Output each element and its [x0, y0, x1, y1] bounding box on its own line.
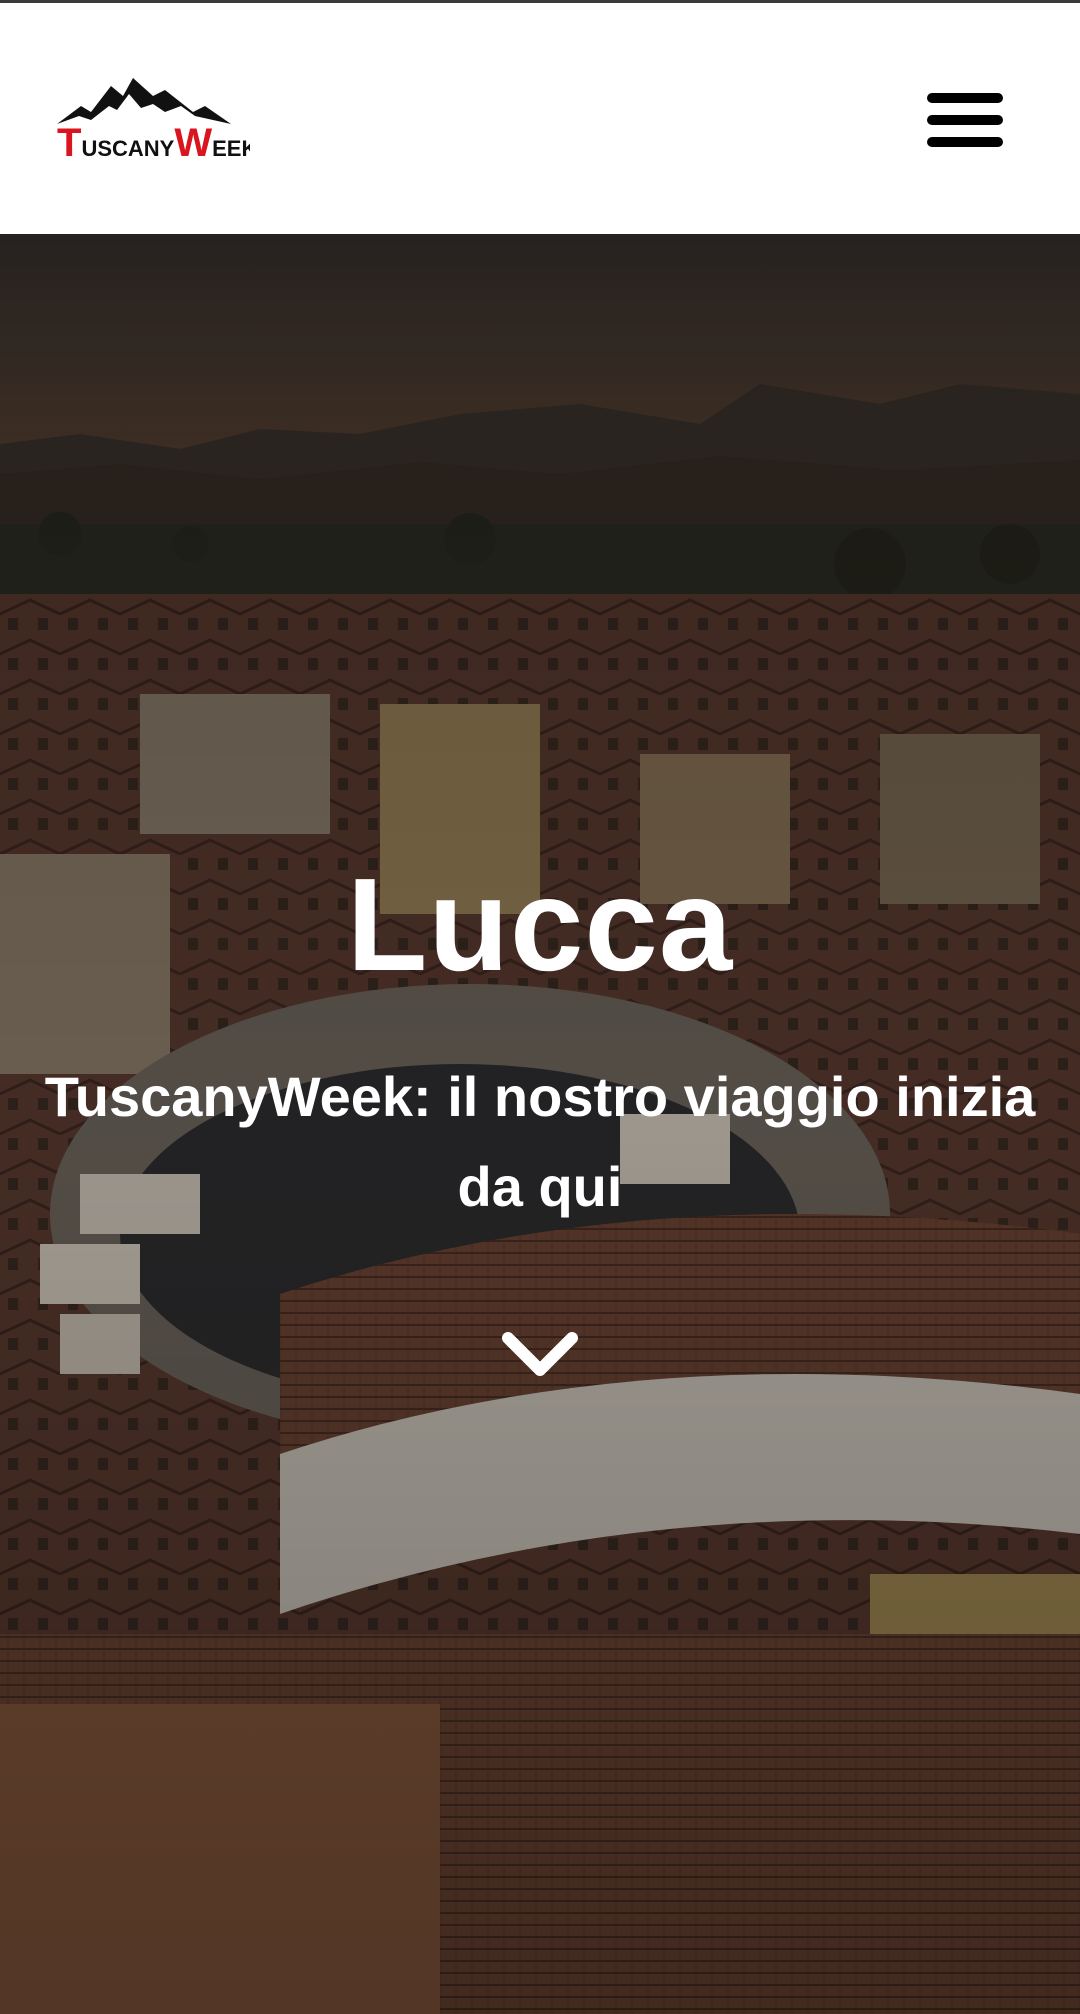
- logo-word-eek: EEK: [212, 136, 250, 161]
- mountain-logo-icon: TUSCANYWEEK: [57, 78, 250, 164]
- hamburger-menu-icon: [927, 93, 1003, 147]
- scroll-down-button[interactable]: [500, 1328, 580, 1384]
- logo-letter-w: W: [174, 121, 212, 164]
- page: TUSCANYWEEK Lucca TuscanyWeek: il nostro…: [0, 0, 1080, 2014]
- site-logo[interactable]: TUSCANYWEEK: [55, 72, 250, 164]
- chevron-down-icon: [502, 1332, 578, 1376]
- menu-button[interactable]: [918, 88, 1012, 152]
- hero-title: Lucca: [346, 851, 734, 998]
- svg-text:TUSCANYWEEK: TUSCANYWEEK: [57, 121, 250, 164]
- logo-word-uscany: USCANY: [81, 136, 174, 161]
- logo-letter-t: T: [57, 121, 81, 164]
- site-header: TUSCANYWEEK: [0, 0, 1080, 234]
- hero-section: Lucca TuscanyWeek: il nostro viaggio ini…: [0, 234, 1080, 2014]
- top-divider: [0, 0, 1080, 3]
- hero-subtitle: TuscanyWeek: il nostro viaggio inizia da…: [44, 1065, 1036, 1218]
